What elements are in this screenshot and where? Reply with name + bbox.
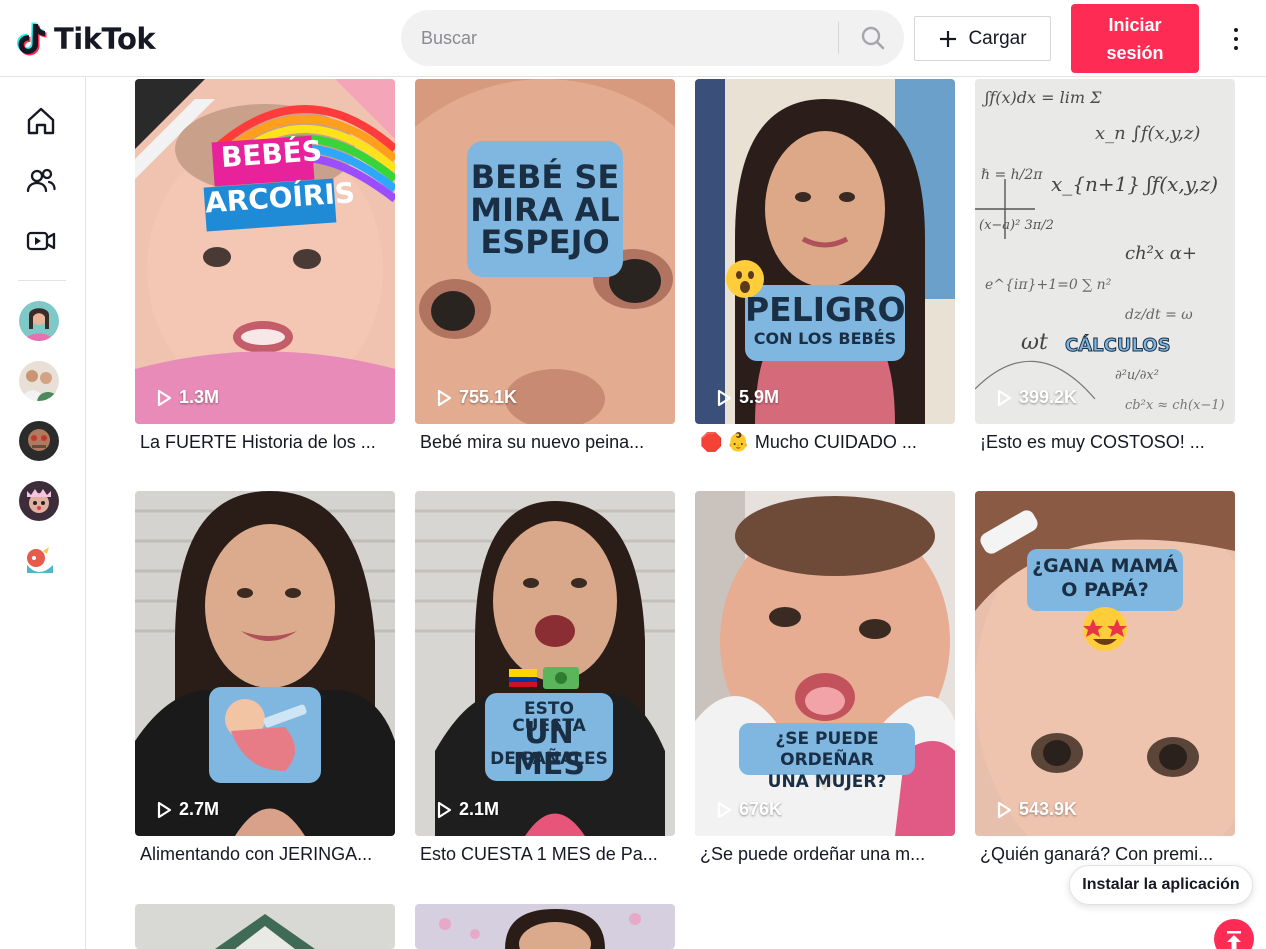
play-icon [157, 801, 172, 818]
search-input[interactable] [421, 10, 831, 66]
logo-wordmark: TikTok [54, 22, 156, 56]
play-icon [717, 389, 732, 406]
overlay-text: CON LOS BEBÉS [753, 329, 897, 348]
sidebar-item-live[interactable] [24, 224, 58, 258]
video-thumbnail[interactable]: ¿SE PUEDE ORDEÑAR UNA MUJER? 676K [695, 491, 955, 836]
top-navbar: TikTok Cargar Iniciar sesión [0, 0, 1266, 77]
overlay-text: ¿GANA MAMÁ O PAPÁ? [1032, 555, 1178, 601]
upload-label: Cargar [968, 27, 1027, 49]
following-icon [26, 168, 56, 193]
home-icon [27, 107, 55, 135]
overlay-text: PELIGRO [745, 290, 906, 329]
play-icon [157, 389, 172, 406]
sidebar [0, 77, 86, 949]
overlay-text: BEBÉS [219, 134, 324, 175]
video-caption[interactable]: 🛑 👶 Mucho CUIDADO ... [700, 432, 955, 453]
video-thumbnail[interactable] [415, 904, 675, 949]
view-count: 2.7M [155, 799, 219, 820]
video-caption[interactable]: ¿Se puede ordeñar una m... [700, 844, 955, 865]
back-to-top-button[interactable] [1214, 919, 1254, 949]
svg-text:ωt: ωt [1021, 330, 1048, 355]
video-caption[interactable]: Esto CUESTA 1 MES de Pa... [420, 844, 675, 865]
svg-text:e^{iπ}+1=0 ∑ n²: e^{iπ}+1=0 ∑ n² [985, 277, 1112, 293]
video-thumbnail[interactable]: ʃf(x)dx = lim Σ x_n ∫f(x,y,z) ℏ = h/2π x… [975, 79, 1235, 424]
view-count: 2.1M [435, 799, 499, 820]
avatar[interactable] [19, 301, 59, 341]
svg-text:ℏ = h/2π: ℏ = h/2π [981, 167, 1043, 183]
video-thumbnail[interactable]: 2.7M [135, 491, 395, 836]
sidebar-item-home[interactable] [24, 104, 58, 138]
sidebar-item-following[interactable] [24, 164, 58, 198]
video-caption[interactable]: Alimentando con JERINGA... [140, 844, 395, 865]
search-icon [861, 26, 885, 50]
svg-text:cb²x ≈ ch(x−1): cb²x ≈ ch(x−1) [1125, 398, 1225, 413]
view-count: 5.9M [715, 387, 779, 408]
avatar[interactable] [19, 481, 59, 521]
view-count: 399.2K [995, 387, 1077, 408]
avatar[interactable] [19, 361, 59, 401]
sidebar-divider [18, 280, 66, 281]
avatar[interactable] [19, 541, 59, 581]
more-options-icon[interactable] [1222, 22, 1250, 56]
upload-button[interactable]: Cargar [914, 16, 1051, 61]
video-caption[interactable]: ¿Quién ganará? Con premi... [980, 844, 1235, 865]
play-icon [437, 389, 452, 406]
live-icon [26, 231, 56, 251]
svg-text:x_{n+1} ʃf(x,y,z): x_{n+1} ʃf(x,y,z) [1051, 172, 1218, 196]
video-thumbnail[interactable]: PELIGRO CON LOS BEBÉS 5.9M [695, 79, 955, 424]
svg-text:(x−a)² 3π/2: (x−a)² 3π/2 [979, 218, 1054, 233]
view-count: 1.3M [155, 387, 219, 408]
video-thumbnail[interactable]: BEBÉ SE MIRA AL ESPEJO 755.1K [415, 79, 675, 424]
overlay-text: ¿SE PUEDE ORDEÑAR UNA MUJER? [767, 729, 887, 792]
video-thumbnail[interactable]: ¿GANA MAMÁ O PAPÁ? 543.9K [975, 491, 1235, 836]
video-caption[interactable]: Bebé mira su nuevo peina... [420, 432, 675, 453]
view-count: 676K [715, 799, 782, 820]
svg-text:∂²u/∂x²: ∂²u/∂x² [1115, 368, 1159, 383]
svg-text:ch²x α+: ch²x α+ [1125, 243, 1197, 264]
play-icon [717, 801, 732, 818]
play-icon [437, 801, 452, 818]
search-bar [401, 10, 904, 66]
video-caption[interactable]: La FUERTE Historia de los ... [140, 432, 395, 453]
video-caption[interactable]: ¡Esto es muy COSTOSO! ... [980, 432, 1235, 453]
avatar[interactable] [19, 421, 59, 461]
search-button[interactable] [845, 10, 901, 66]
svg-text:ʃf(x)dx = lim Σ: ʃf(x)dx = lim Σ [982, 88, 1102, 107]
overlay-text: DE PAÑALES [490, 749, 608, 769]
tiktok-logo[interactable]: TikTok [16, 18, 156, 60]
view-count: 543.9K [995, 799, 1077, 820]
arrow-up-icon [1227, 931, 1241, 949]
play-icon [997, 801, 1012, 818]
video-thumbnail[interactable]: BEBÉS ARCOÍRIS 1.3M [135, 79, 395, 424]
tiktok-logo-icon [17, 22, 47, 56]
overlay-text: CÁLCULOS [1065, 335, 1172, 356]
play-icon [997, 389, 1012, 406]
login-button[interactable]: Iniciar sesión [1071, 4, 1199, 73]
search-divider [838, 22, 839, 54]
svg-text:dz/dt = ω: dz/dt = ω [1125, 307, 1193, 323]
view-count: 755.1K [435, 387, 517, 408]
svg-text:x_n ∫f(x,y,z): x_n ∫f(x,y,z) [1095, 123, 1200, 144]
plus-icon [940, 30, 957, 47]
overlay-text: BEBÉ SE MIRA AL ESPEJO [470, 158, 620, 262]
install-app-button[interactable]: Instalar la aplicación [1069, 865, 1253, 905]
video-thumbnail[interactable] [135, 904, 395, 949]
video-thumbnail[interactable]: ESTO CUESTA UN MES DE PAÑALES 2.1M [415, 491, 675, 836]
